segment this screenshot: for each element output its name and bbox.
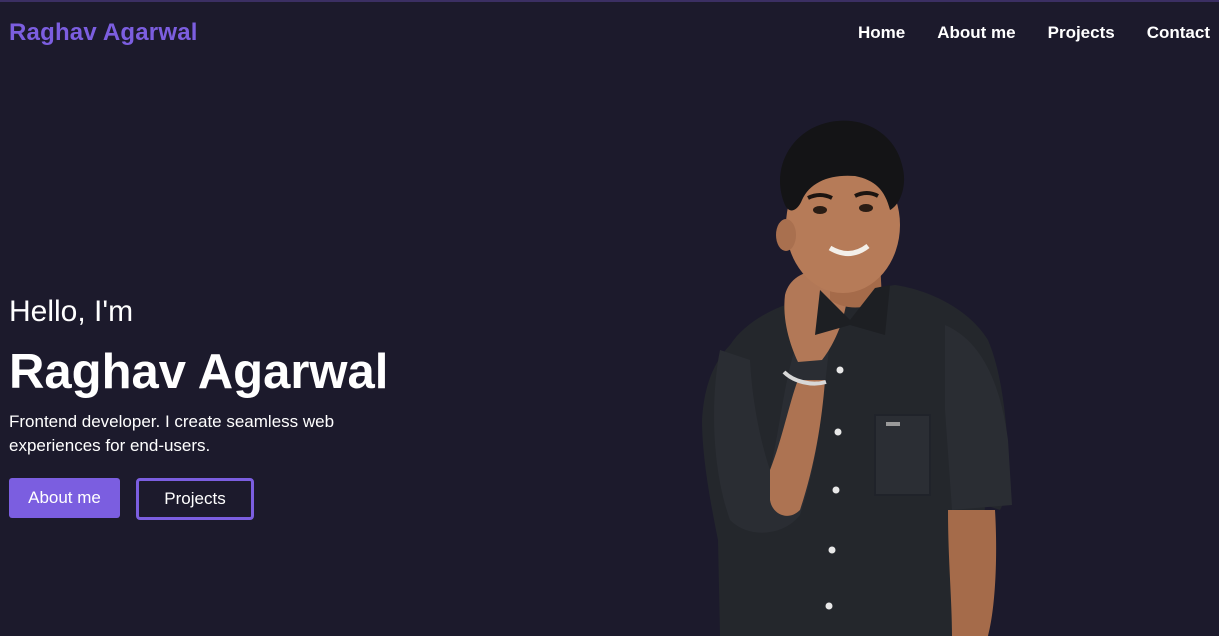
- nav-contact-link[interactable]: Contact: [1147, 23, 1210, 43]
- hero-intro: Hello, I'm Raghav Agarwal Frontend devel…: [9, 292, 429, 520]
- shirt-button: [836, 366, 844, 374]
- hero-name: Raghav Agarwal: [9, 345, 389, 399]
- nav-projects-link[interactable]: Projects: [1048, 23, 1115, 43]
- hero-description: Frontend developer. I create seamless we…: [9, 412, 335, 455]
- navbar: Raghav Agarwal Home About me Projects Co…: [0, 2, 1219, 64]
- brand-logo[interactable]: Raghav Agarwal: [9, 19, 198, 47]
- eye-left: [813, 206, 827, 214]
- pocket-label: [886, 422, 900, 426]
- forearm-shape: [948, 510, 997, 636]
- hero-buttons: About me Projects: [9, 478, 429, 520]
- hero-greeting: Hello, I'm: [9, 295, 134, 328]
- nav-home-link[interactable]: Home: [858, 23, 905, 43]
- portrait-photo: [702, 120, 1012, 636]
- eye-right: [859, 204, 873, 212]
- nav-about-link[interactable]: About me: [937, 23, 1015, 43]
- nav-links: Home About me Projects Contact: [858, 23, 1210, 43]
- pocket-shape: [874, 414, 931, 496]
- shirt-button: [828, 546, 836, 554]
- ear-left: [776, 219, 796, 251]
- about-me-button[interactable]: About me: [9, 478, 120, 518]
- sleeve-shape: [945, 325, 1012, 510]
- shirt-button: [832, 486, 840, 494]
- shirt-button: [825, 602, 833, 610]
- shirt-button: [834, 428, 842, 436]
- projects-button[interactable]: Projects: [136, 478, 254, 520]
